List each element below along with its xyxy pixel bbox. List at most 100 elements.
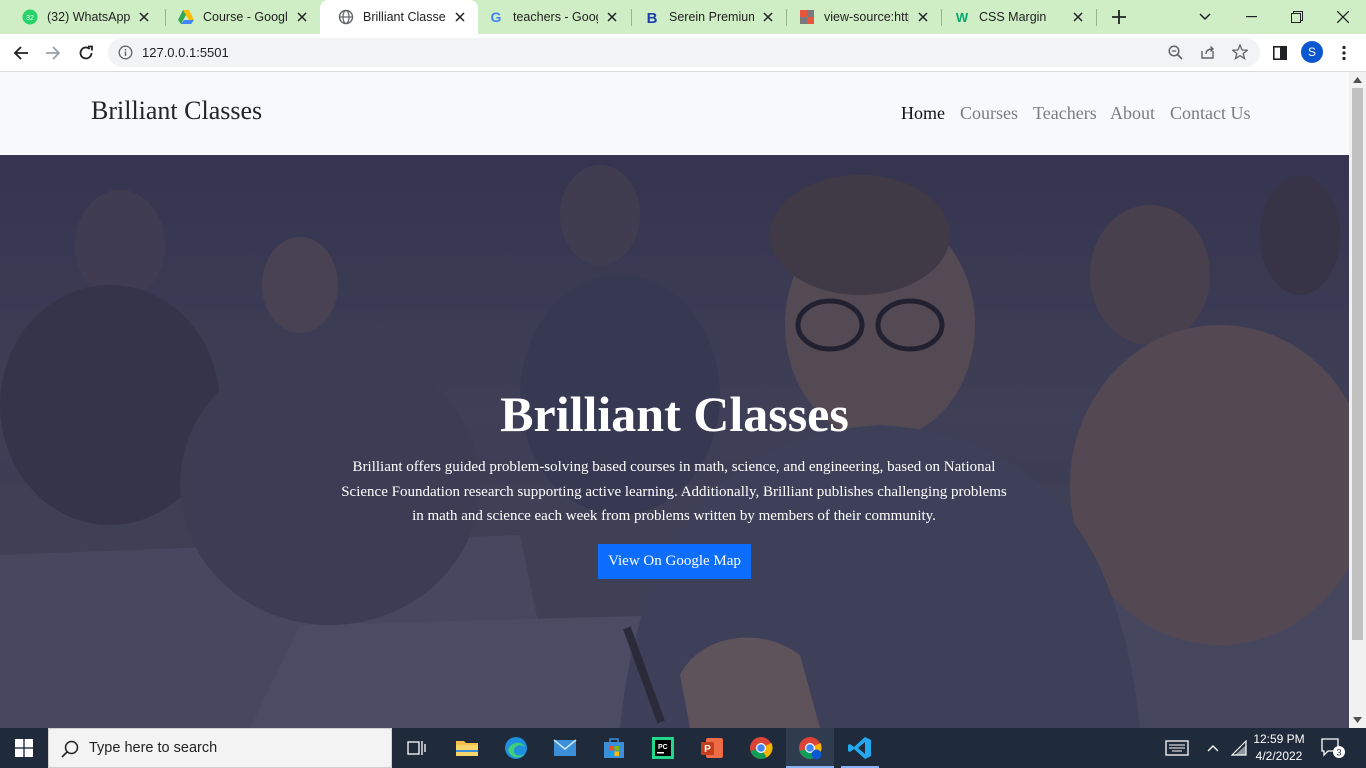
minimize-button[interactable] bbox=[1236, 0, 1266, 34]
svg-text:32: 32 bbox=[26, 15, 34, 22]
close-tab-icon[interactable] bbox=[1070, 9, 1086, 25]
reload-icon bbox=[79, 45, 93, 60]
start-button[interactable] bbox=[0, 728, 48, 768]
hero-section: Brilliant Classes Brilliant offers guide… bbox=[0, 155, 1349, 728]
tab-title: teachers - Googl bbox=[513, 10, 598, 24]
info-icon[interactable] bbox=[118, 45, 133, 65]
page-scrollbar[interactable] bbox=[1349, 72, 1366, 728]
close-tab-icon[interactable] bbox=[294, 9, 310, 25]
close-tab-icon[interactable] bbox=[760, 9, 776, 25]
tab-brilliant-classes[interactable]: Brilliant Classes bbox=[320, 0, 478, 34]
keyboard-layout-button[interactable] bbox=[1162, 728, 1192, 768]
close-tab-icon[interactable] bbox=[604, 9, 620, 25]
restore-button[interactable] bbox=[1282, 0, 1312, 34]
view-on-google-map-button[interactable]: View On Google Map bbox=[598, 544, 751, 579]
hero-description: Brilliant offers guided problem-solving … bbox=[341, 459, 1007, 524]
scroll-down-arrow-icon[interactable] bbox=[1353, 715, 1362, 724]
svg-text:G: G bbox=[491, 9, 502, 25]
scroll-thumb[interactable] bbox=[1352, 88, 1363, 640]
close-tab-icon[interactable] bbox=[452, 9, 468, 25]
vscode-icon bbox=[848, 737, 871, 759]
share-icon[interactable] bbox=[1200, 45, 1216, 65]
search-icon bbox=[61, 740, 79, 763]
chevron-up-icon bbox=[1207, 745, 1219, 752]
forward-button[interactable] bbox=[41, 41, 65, 65]
folder-icon bbox=[456, 741, 478, 756]
scroll-up-arrow-icon[interactable] bbox=[1353, 75, 1362, 84]
clock-time: 12:59 PM bbox=[1253, 732, 1305, 746]
tab-serein-premium[interactable]: B Serein Premium bbox=[626, 0, 786, 34]
tab-whatsapp[interactable]: 32 (32) WhatsApp bbox=[4, 0, 162, 34]
taskbar-search-box[interactable]: Type here to search bbox=[48, 728, 392, 768]
windows-taskbar: Type here to search PC P 12:59 PM 4/2/20… bbox=[0, 728, 1366, 768]
reload-button[interactable] bbox=[74, 41, 98, 65]
source-icon bbox=[799, 9, 815, 25]
url-text: 127.0.0.1:5501 bbox=[142, 45, 229, 60]
whatsapp-icon: 32 bbox=[22, 9, 38, 25]
nav-about[interactable]: About bbox=[1110, 103, 1155, 124]
chrome-profile-icon bbox=[799, 737, 822, 760]
arrow-right-icon bbox=[46, 46, 61, 60]
tab-view-source[interactable]: view-source:http bbox=[781, 0, 941, 34]
nav-contact-us[interactable]: Contact Us bbox=[1170, 103, 1251, 124]
tab-title: Serein Premium bbox=[669, 10, 754, 24]
minimize-icon bbox=[1245, 16, 1257, 18]
pycharm-icon: PC bbox=[652, 737, 674, 759]
close-window-button[interactable] bbox=[1328, 0, 1358, 34]
vscode-button[interactable] bbox=[841, 728, 879, 768]
windows-logo-icon bbox=[15, 739, 33, 757]
nav-courses[interactable]: Courses bbox=[960, 103, 1018, 124]
tab-css-margin[interactable]: W CSS Margin bbox=[936, 0, 1096, 34]
search-placeholder: Type here to search bbox=[89, 740, 218, 756]
back-button[interactable] bbox=[9, 41, 33, 65]
chrome-button[interactable] bbox=[744, 728, 778, 768]
task-view-button[interactable] bbox=[400, 728, 432, 768]
bookmark-star-icon[interactable] bbox=[1230, 43, 1250, 65]
tab-title: Brilliant Classes bbox=[363, 10, 446, 24]
system-clock[interactable]: 12:59 PM 4/2/2022 bbox=[1250, 731, 1308, 765]
tab-teachers-google[interactable]: G teachers - Googl bbox=[470, 0, 630, 34]
tab-title: (32) WhatsApp bbox=[47, 10, 130, 24]
close-tab-icon[interactable] bbox=[915, 9, 931, 25]
close-tab-icon[interactable] bbox=[136, 9, 152, 25]
show-hidden-icons-button[interactable] bbox=[1203, 728, 1223, 768]
chrome-menu-button[interactable] bbox=[1332, 41, 1356, 65]
mail-icon bbox=[553, 739, 577, 756]
chrome-profile-button[interactable] bbox=[786, 728, 834, 768]
microsoft-store-button[interactable] bbox=[597, 728, 631, 768]
wifi-icon bbox=[1230, 740, 1247, 756]
plus-icon bbox=[1112, 10, 1126, 24]
more-vertical-icon bbox=[1342, 45, 1346, 61]
clock-date: 4/2/2022 bbox=[1255, 749, 1303, 763]
address-bar[interactable]: 127.0.0.1:5501 bbox=[108, 38, 1260, 67]
svg-text:3: 3 bbox=[1336, 748, 1341, 758]
tab-search-button[interactable] bbox=[1192, 0, 1218, 34]
profile-avatar[interactable]: S bbox=[1301, 41, 1323, 63]
svg-text:B: B bbox=[647, 10, 658, 25]
zoom-icon[interactable] bbox=[1168, 45, 1183, 65]
mail-button[interactable] bbox=[548, 728, 582, 768]
w3schools-icon: W bbox=[954, 9, 970, 25]
edge-button[interactable] bbox=[499, 728, 533, 768]
site-brand[interactable]: Brilliant Classes bbox=[91, 96, 262, 126]
powerpoint-button[interactable]: P bbox=[695, 728, 729, 768]
tab-course-drive[interactable]: Course - Google bbox=[160, 0, 320, 34]
site-navbar: Brilliant Classes Home Courses Teachers … bbox=[0, 72, 1349, 155]
tab-title: CSS Margin bbox=[979, 10, 1047, 24]
side-panel-button[interactable] bbox=[1268, 41, 1292, 65]
notification-icon: 3 bbox=[1321, 738, 1345, 758]
nav-home[interactable]: Home bbox=[901, 103, 945, 124]
page-viewport: Brilliant Classes Home Courses Teachers … bbox=[0, 72, 1349, 728]
google-icon: G bbox=[488, 9, 504, 25]
restore-icon bbox=[1291, 11, 1303, 23]
file-explorer-button[interactable] bbox=[450, 728, 484, 768]
network-button[interactable] bbox=[1228, 728, 1250, 768]
new-tab-button[interactable] bbox=[1106, 0, 1132, 34]
notification-center-button[interactable]: 3 bbox=[1318, 728, 1348, 768]
edge-icon bbox=[505, 737, 527, 759]
store-icon bbox=[604, 738, 624, 758]
pycharm-button[interactable]: PC bbox=[646, 728, 680, 768]
chrome-icon bbox=[750, 737, 773, 759]
browser-toolbar: 127.0.0.1:5501 bbox=[0, 34, 1366, 72]
nav-teachers[interactable]: Teachers bbox=[1033, 103, 1097, 124]
